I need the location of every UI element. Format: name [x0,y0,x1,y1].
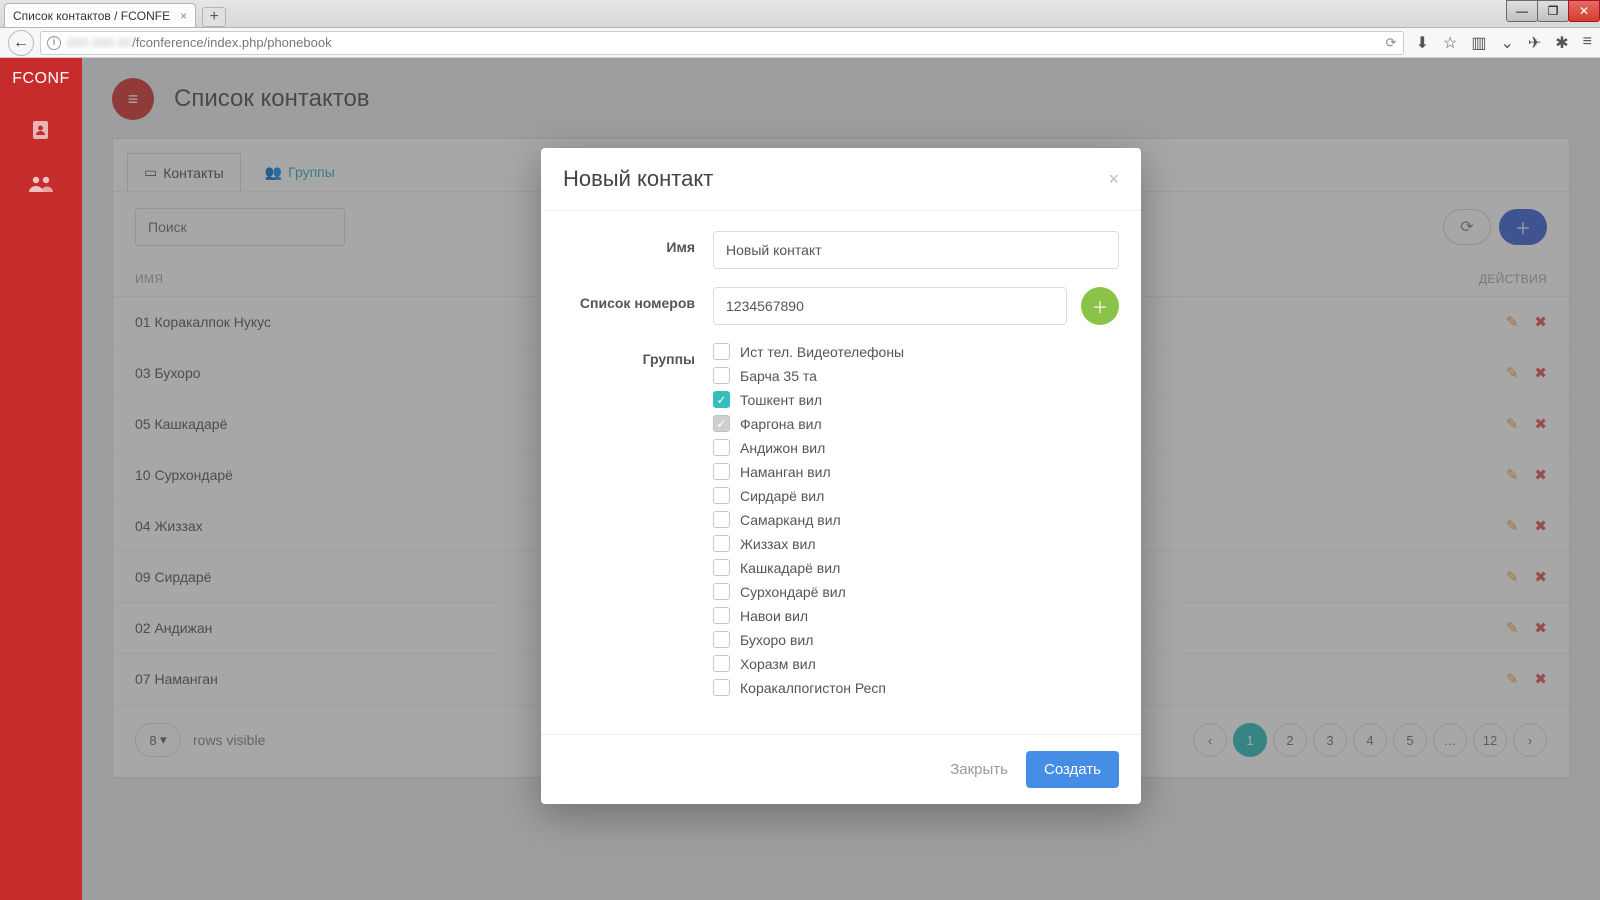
group-checkbox[interactable]: Сирдарё вил [713,487,1119,504]
label-name: Имя [563,231,713,255]
new-tab-button[interactable]: + [202,7,226,27]
reload-icon[interactable]: ⟳ [1386,35,1397,51]
modal-body: Имя Список номеров ＋ Группы Ист тел. Вид… [541,211,1141,734]
checkbox-icon [713,439,730,456]
window-maximize-button[interactable]: ❐ [1537,0,1569,22]
name-input[interactable] [713,231,1119,269]
group-checkbox[interactable]: Жиззах вил [713,535,1119,552]
group-checkbox[interactable]: Кашкадарё вил [713,559,1119,576]
group-label: Барча 35 та [740,368,817,384]
group-label: Сурхондарё вил [740,584,846,600]
browser-tabbar: Список контактов / FCONFE × + — ❐ ✕ [0,0,1600,28]
window-buttons: — ❐ ✕ [1507,0,1600,22]
group-label: Наманган вил [740,464,831,480]
modal-footer: Закрыть Создать [541,734,1141,804]
checkbox-icon: ✓ [713,415,730,432]
browser-tab[interactable]: Список контактов / FCONFE × [4,3,196,27]
checkbox-icon [713,511,730,528]
checkbox-icon [713,487,730,504]
app-root: FCONF ≡ Список контактов ▭ Контакты 👥 Гр… [0,58,1600,900]
group-checkbox[interactable]: ✓ Тошкент вил [713,391,1119,408]
group-checkbox[interactable]: Сурхондарё вил [713,583,1119,600]
group-label: Бухоро вил [740,632,813,648]
menu-icon[interactable]: ≡ [1583,33,1592,53]
group-label: Сирдарё вил [740,488,824,504]
add-number-button[interactable]: ＋ [1081,287,1119,325]
group-label: Самарканд вил [740,512,841,528]
window-close-button[interactable]: ✕ [1568,0,1600,22]
cancel-button[interactable]: Закрыть [950,761,1008,778]
window-minimize-button[interactable]: — [1506,0,1538,22]
browser-toolbar-icons: ⬇ ☆ ▥ ⌄ ✈ ✱ ≡ [1416,33,1592,53]
group-label: Тошкент вил [740,392,822,408]
url-path: /fconference/index.php/phonebook [132,35,332,50]
group-checkbox[interactable]: Коракалпогистон Респ [713,679,1119,696]
new-contact-modal: Новый контакт × Имя Список номеров ＋ [541,148,1141,804]
group-label: Ист тел. Видеотелефоны [740,344,904,360]
url-box[interactable]: i 000.000.00 /fconference/index.php/phon… [40,31,1404,55]
pocket-icon[interactable]: ⌄ [1500,33,1513,53]
label-groups: Группы [563,343,713,367]
address-bar-row: ← i 000.000.00 /fconference/index.php/ph… [0,28,1600,58]
group-checkbox[interactable]: Барча 35 та [713,367,1119,384]
send-icon[interactable]: ✈ [1528,33,1541,53]
checkbox-icon [713,535,730,552]
groups-icon[interactable] [23,166,59,202]
checkbox-icon [713,583,730,600]
group-label: Жиззах вил [740,536,816,552]
main-area: ≡ Список контактов ▭ Контакты 👥 Группы ⟳… [82,58,1600,900]
checkbox-icon [713,607,730,624]
contacts-icon[interactable] [23,112,59,148]
checkbox-icon [713,631,730,648]
tab-close-icon[interactable]: × [180,9,187,23]
addons-icon[interactable]: ✱ [1555,33,1568,53]
library-icon[interactable]: ▥ [1471,33,1486,53]
checkbox-icon [713,559,730,576]
modal-title: Новый контакт [563,166,713,192]
brand-label: FCONF [12,70,70,88]
group-label: Фаргона вил [740,416,822,432]
sidebar: FCONF [0,58,82,900]
group-checkbox[interactable]: Наманган вил [713,463,1119,480]
modal-close-icon[interactable]: × [1108,169,1119,190]
group-checkbox[interactable]: ✓ Фаргона вил [713,415,1119,432]
group-label: Кашкадарё вил [740,560,840,576]
group-label: Навои вил [740,608,808,624]
download-icon[interactable]: ⬇ [1416,33,1429,53]
back-button[interactable]: ← [8,30,34,56]
tab-title: Список контактов / FCONFE [13,9,170,23]
checkbox-icon [713,367,730,384]
group-checkbox[interactable]: Самарканд вил [713,511,1119,528]
group-checkbox[interactable]: Андижон вил [713,439,1119,456]
submit-button[interactable]: Создать [1026,751,1119,788]
label-numbers: Список номеров [563,287,713,311]
modal-header: Новый контакт × [541,148,1141,211]
group-checkbox[interactable]: Навои вил [713,607,1119,624]
checkbox-icon [713,463,730,480]
group-checkbox[interactable]: Хоразм вил [713,655,1119,672]
browser-chrome: Список контактов / FCONFE × + — ❐ ✕ ← i … [0,0,1600,58]
checkbox-icon [713,655,730,672]
url-blurred-host: 000.000.00 [67,35,132,50]
group-checkbox[interactable]: Бухоро вил [713,631,1119,648]
number-input[interactable] [713,287,1067,325]
checkbox-icon [713,679,730,696]
group-checkbox[interactable]: Ист тел. Видеотелефоны [713,343,1119,360]
group-label: Коракалпогистон Респ [740,680,886,696]
checkbox-icon [713,343,730,360]
info-icon: i [47,36,61,50]
bookmark-icon[interactable]: ☆ [1443,33,1457,53]
checkbox-icon: ✓ [713,391,730,408]
group-checklist: Ист тел. Видеотелефоны Барча 35 та ✓ Тошкен… [713,343,1119,696]
group-label: Хоразм вил [740,656,816,672]
group-label: Андижон вил [740,440,825,456]
